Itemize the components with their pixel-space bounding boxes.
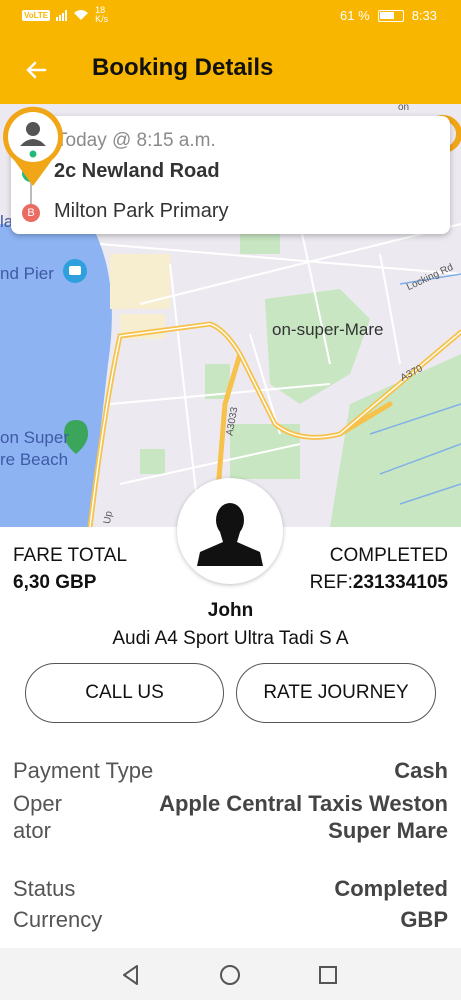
fare-label: FARE TOTAL bbox=[13, 545, 128, 566]
route-card: Today @ 8:15 a.m. A B 2c Newland Road Mi… bbox=[11, 116, 450, 234]
map-label-pier: nd Pier bbox=[0, 264, 54, 283]
map-label-place: on-super-Mare bbox=[272, 320, 384, 339]
rate-journey-button[interactable]: RATE JOURNEY bbox=[236, 663, 436, 723]
battery-icon bbox=[377, 9, 404, 22]
dropoff-address: Milton Park Primary bbox=[54, 200, 229, 222]
call-us-button[interactable]: CALL US bbox=[25, 663, 224, 723]
back-triangle-icon[interactable] bbox=[119, 963, 143, 987]
signal-icon bbox=[56, 9, 68, 21]
map-label-beach-2: re Beach bbox=[0, 450, 69, 469]
system-navigation-bar bbox=[0, 948, 461, 1000]
clock: 8:33 bbox=[411, 8, 437, 23]
dropoff-marker-icon: B bbox=[22, 204, 40, 222]
map-view[interactable]: nd Pier on-super-Mare on Super re Beach … bbox=[0, 104, 461, 527]
arrow-left-icon bbox=[26, 61, 47, 79]
home-circle-icon[interactable] bbox=[218, 963, 242, 987]
person-silhouette-icon bbox=[197, 503, 263, 566]
map-label-on: on bbox=[398, 104, 410, 113]
wifi-icon bbox=[74, 10, 89, 20]
detail-key: Status bbox=[13, 876, 76, 901]
vehicle-description: Audi A4 Sport Ultra Tadi S A bbox=[112, 628, 349, 649]
battery-percent: 61 % bbox=[340, 8, 370, 23]
driver-avatar bbox=[177, 478, 283, 584]
detail-value: GBP bbox=[400, 907, 448, 932]
fare-value: 6,30 GBP bbox=[13, 572, 97, 593]
detail-value: Cash bbox=[394, 758, 448, 783]
booking-reference: REF:231334105 bbox=[309, 572, 448, 593]
detail-value: Apple Central Taxis Weston Super Mare bbox=[159, 791, 448, 843]
map-label-up: Up bbox=[101, 510, 115, 525]
map-label-beach-1: on Super bbox=[0, 428, 69, 447]
detail-key: Currency bbox=[13, 907, 103, 932]
driver-location-pin-icon[interactable] bbox=[0, 104, 66, 188]
detail-key: Payment Type bbox=[13, 758, 154, 783]
detail-value: Completed bbox=[334, 876, 448, 901]
detail-key: Operator bbox=[13, 791, 62, 843]
pickup-time: Today @ 8:15 a.m. bbox=[56, 130, 216, 151]
network-speed: 18 K/s bbox=[95, 5, 109, 24]
driver-name: John bbox=[207, 600, 254, 621]
volte-badge: VoLTE bbox=[22, 9, 51, 21]
status-badge: COMPLETED bbox=[329, 545, 448, 566]
back-button[interactable] bbox=[18, 52, 54, 88]
page-title: Booking Details bbox=[92, 54, 274, 81]
app-bar: Booking Details bbox=[0, 34, 461, 104]
status-bar: VoLTE 18 K/s 61 % 8:33 bbox=[0, 0, 461, 34]
pickup-address: 2c Newland Road bbox=[54, 160, 220, 182]
recents-square-icon[interactable] bbox=[316, 963, 340, 987]
